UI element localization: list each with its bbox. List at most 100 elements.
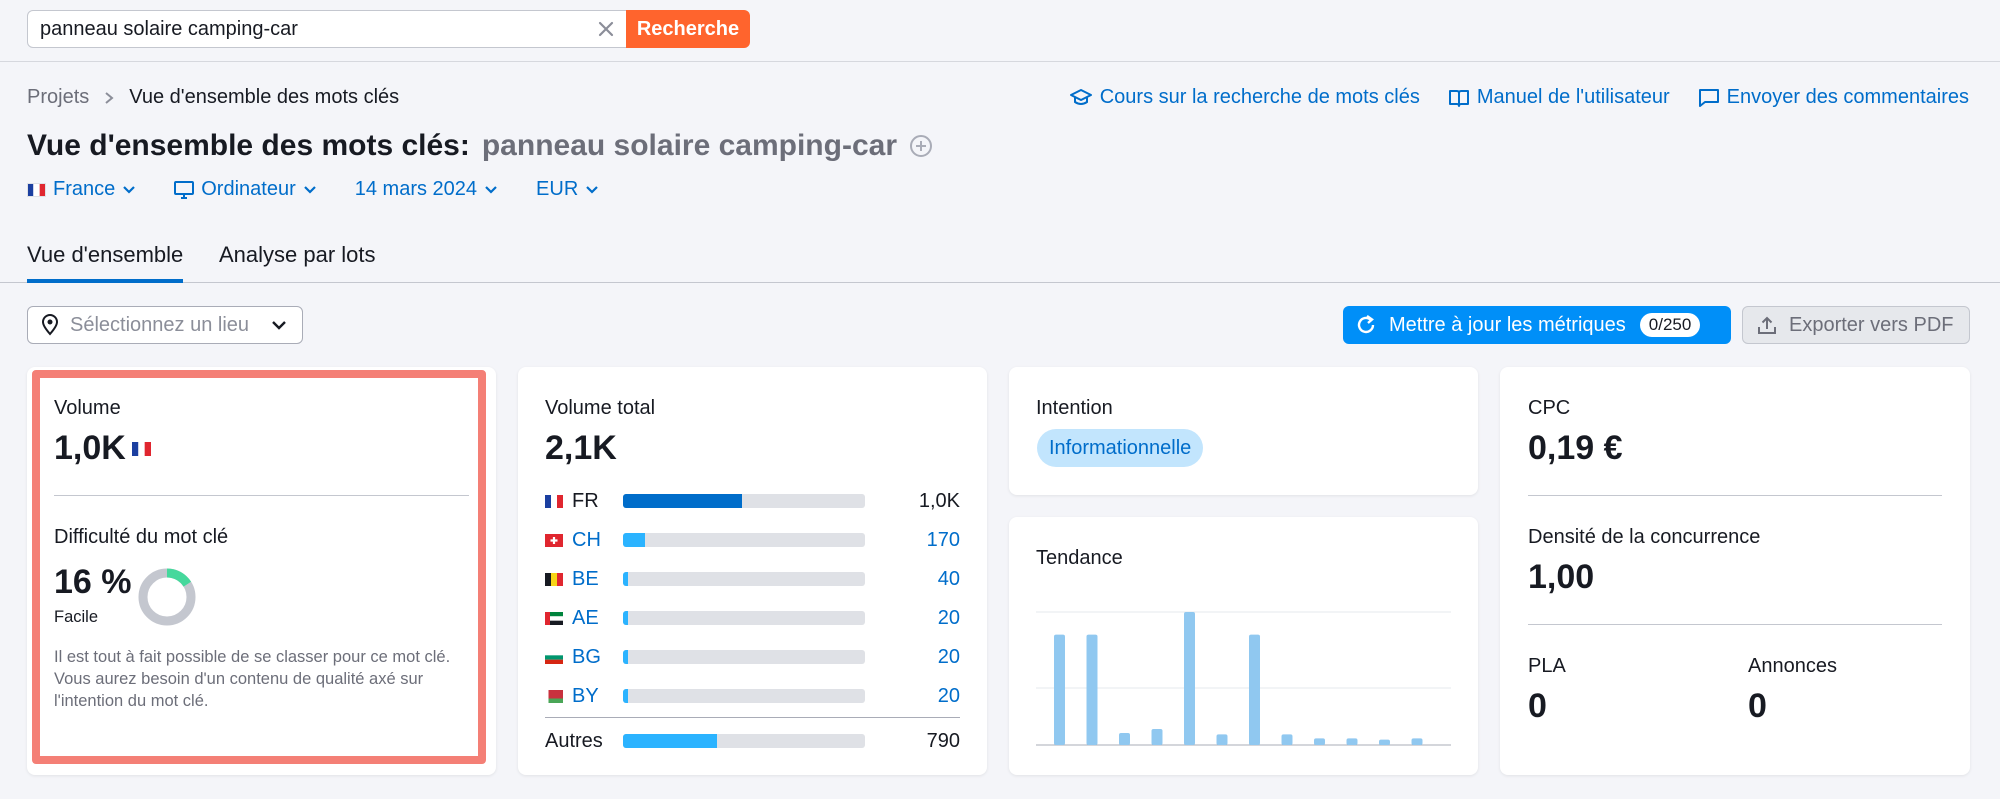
country-code[interactable]: BE — [572, 568, 622, 591]
update-count-badge: 0/250 — [1639, 313, 1701, 337]
ads-label: Annonces — [1748, 655, 1837, 677]
location-select[interactable]: Sélectionnez un lieu — [27, 306, 303, 344]
trend-bar — [1281, 734, 1293, 745]
volume-card: Volume 1,0K Difficulté du mot clé 16 % F… — [27, 367, 496, 775]
volume-value: 1,0K — [54, 429, 126, 467]
country-bar-track — [623, 650, 865, 664]
ads-value: 0 — [1748, 687, 1767, 725]
trend-card: Tendance — [1009, 517, 1478, 775]
others-bar-fill — [623, 734, 718, 748]
country-value[interactable]: 170 — [927, 529, 960, 552]
chevron-down-icon — [303, 185, 316, 194]
ch-flag-icon — [545, 533, 563, 547]
country-row-by[interactable]: BY 20 — [545, 681, 960, 711]
others-label: Autres — [545, 729, 603, 752]
location-select-placeholder: Sélectionnez un lieu — [70, 313, 250, 336]
desktop-icon — [174, 180, 195, 199]
country-filter[interactable]: France — [27, 178, 136, 201]
difficulty-donut-chart — [138, 568, 196, 626]
country-bar-track — [623, 611, 865, 625]
country-row-bg[interactable]: BG 20 — [545, 642, 960, 672]
country-code: FR — [572, 489, 599, 512]
trend-bar — [1151, 729, 1163, 745]
cpc-card: CPC 0,19 € Densité de la concurrence 1,0… — [1500, 367, 1970, 775]
others-value: 790 — [926, 729, 960, 752]
country-bar-fill — [623, 494, 742, 508]
country-code[interactable]: BG — [572, 646, 622, 669]
breadcrumb-root[interactable]: Projets — [27, 86, 89, 109]
trend-bar — [1314, 738, 1325, 745]
export-pdf-button[interactable]: Exporter vers PDF — [1742, 306, 1970, 344]
country-code[interactable]: BY — [572, 685, 622, 708]
pla-label: PLA — [1528, 655, 1566, 677]
book-icon — [1448, 89, 1469, 107]
intent-badge[interactable]: Informationnelle — [1037, 429, 1204, 467]
country-value[interactable]: 20 — [938, 685, 960, 708]
search-button[interactable]: Recherche — [626, 10, 750, 48]
breadcrumb: Projets Vue d'ensemble des mots clés — [27, 86, 399, 109]
ae-flag-icon — [545, 611, 563, 625]
density-label: Densité de la concurrence — [1528, 526, 1761, 548]
difficulty-label: Difficulté du mot clé — [54, 526, 229, 548]
graduation-cap-icon — [1069, 88, 1092, 105]
trend-bar — [1054, 634, 1065, 745]
others-row: Autres 790 — [545, 726, 960, 756]
country-code[interactable]: CH — [572, 529, 622, 552]
refresh-icon — [1357, 315, 1375, 334]
search-box — [27, 10, 627, 48]
trend-bar — [1379, 739, 1390, 745]
intent-label: Intention — [1036, 397, 1113, 419]
tab-batch-analysis[interactable]: Analyse par lots — [219, 242, 376, 268]
page-title-prefix: Vue d'ensemble des mots clés: — [27, 129, 470, 162]
others-bar-track — [623, 734, 865, 748]
cpc-label: CPC — [1528, 397, 1571, 419]
country-value[interactable]: 20 — [938, 607, 960, 630]
volume-label: Volume — [54, 397, 121, 419]
density-divider — [1528, 624, 1942, 625]
link-user-manual[interactable]: Manuel de l'utilisateur — [1448, 86, 1670, 109]
top-bar: Recherche — [0, 0, 2000, 62]
country-row-ae[interactable]: AE 20 — [545, 603, 960, 633]
tab-bar: Vue d'ensemble Analyse par lots — [0, 236, 2000, 283]
be-flag-icon — [545, 572, 563, 586]
clear-icon[interactable] — [596, 19, 616, 39]
cpc-value: 0,19 € — [1528, 429, 1623, 467]
link-send-feedback[interactable]: Envoyer des commentaires — [1698, 86, 1969, 109]
trend-bar — [1119, 733, 1130, 745]
country-row-be[interactable]: BE 40 — [545, 564, 960, 594]
update-metrics-button[interactable]: Mettre à jour les métriques 0/250 — [1343, 306, 1731, 344]
country-value[interactable]: 40 — [938, 568, 960, 591]
difficulty-level: Facile — [54, 608, 99, 626]
currency-filter[interactable]: EUR — [536, 178, 599, 201]
chevron-down-icon — [485, 185, 497, 194]
trend-chart — [1036, 611, 1451, 746]
link-keyword-course[interactable]: Cours sur la recherche de mots clés — [1069, 86, 1420, 109]
country-bar-track — [623, 689, 865, 703]
page-title-keyword: panneau solaire camping-car — [481, 129, 897, 162]
country-bar-track — [623, 494, 865, 508]
difficulty-description: Il est tout à fait possible de se classe… — [54, 648, 451, 710]
country-value[interactable]: 20 — [938, 646, 960, 669]
device-filter[interactable]: Ordinateur — [174, 178, 317, 201]
search-input[interactable] — [28, 11, 588, 47]
country-bar-fill — [623, 689, 628, 703]
page-title: Vue d'ensemble des mots clés: panneau so… — [27, 129, 933, 163]
by-flag-icon — [545, 689, 563, 703]
bg-flag-icon — [545, 650, 563, 664]
country-row-ch[interactable]: CH 170 — [545, 525, 960, 555]
date-filter[interactable]: 14 mars 2024 — [355, 178, 498, 201]
add-circle-icon[interactable] — [909, 134, 933, 158]
france-flag-icon — [27, 182, 46, 197]
country-bar-fill — [623, 533, 645, 547]
volume-divider — [54, 495, 469, 496]
tab-overview[interactable]: Vue d'ensemble — [27, 242, 184, 283]
chevron-down-icon — [586, 185, 599, 194]
location-pin-icon — [41, 314, 59, 336]
country-bar-track — [623, 572, 865, 586]
trend-bar — [1249, 634, 1260, 745]
chat-icon — [1698, 88, 1719, 107]
chevron-right-icon — [105, 91, 114, 104]
trend-bar — [1346, 738, 1358, 745]
country-code[interactable]: AE — [572, 607, 622, 630]
country-bar-fill — [623, 611, 628, 625]
